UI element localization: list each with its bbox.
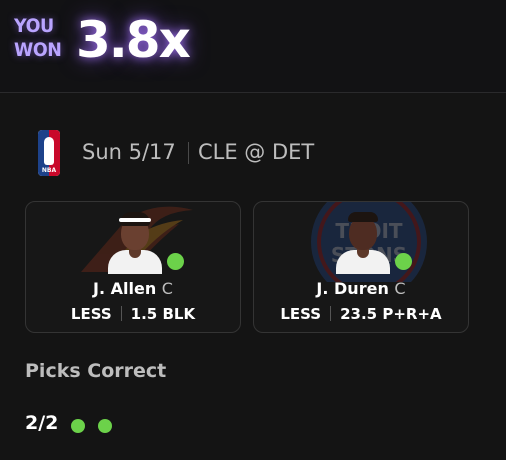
player-position: C: [161, 279, 173, 298]
pick-value: 23.5: [340, 305, 378, 323]
correct-result-icon: [98, 419, 112, 433]
pick-divider: [330, 306, 332, 321]
pick-divider: [120, 306, 122, 321]
picks-correct-score: 2/2: [25, 412, 59, 434]
pick-value: 1.5: [130, 305, 158, 323]
pick-stat: BLK: [162, 305, 196, 323]
player-name-row: J. Duren C: [254, 279, 468, 298]
nba-logo-text: NBA: [41, 167, 57, 174]
you-won-label: YOU WON: [14, 14, 62, 62]
pick-stat: P+R+A: [382, 305, 442, 323]
player-name: J. Duren: [316, 279, 389, 298]
correct-status-icon: [167, 253, 184, 270]
correct-result-icon: [71, 419, 85, 433]
you-won-line1: YOU: [14, 15, 54, 37]
player-name-row: J. Allen C: [26, 279, 240, 298]
game-date: Sun 5/17: [82, 140, 176, 164]
player-name: J. Allen: [93, 279, 157, 298]
payout-multiplier: 3.8x: [76, 11, 191, 69]
pick-direction: LESS: [280, 305, 322, 323]
pick-line: LESS 1.5 BLK: [26, 305, 240, 323]
correct-status-icon: [395, 253, 412, 270]
you-won-line2: WON: [14, 39, 62, 61]
pick-direction: LESS: [70, 305, 112, 323]
pick-card[interactable]: TROIT STONS J. Duren C LESS23.5 P+R+A: [253, 201, 469, 333]
game-divider: [188, 142, 189, 164]
player-avatar: [334, 208, 392, 274]
picks-correct-title: Picks Correct: [25, 360, 167, 382]
game-info: NBA Sun 5/17 CLE @ DET: [38, 128, 478, 178]
game-matchup: CLE @ DET: [198, 140, 315, 164]
player-avatar: [106, 208, 164, 274]
pick-card[interactable]: J. Allen C LESS 1.5 BLK: [25, 201, 241, 333]
win-header: YOU WON 3.8x: [0, 0, 506, 93]
pick-line: LESS 23.5 P+R+A: [254, 305, 468, 323]
nba-logo-icon: NBA: [38, 130, 60, 176]
player-position: C: [394, 279, 406, 298]
